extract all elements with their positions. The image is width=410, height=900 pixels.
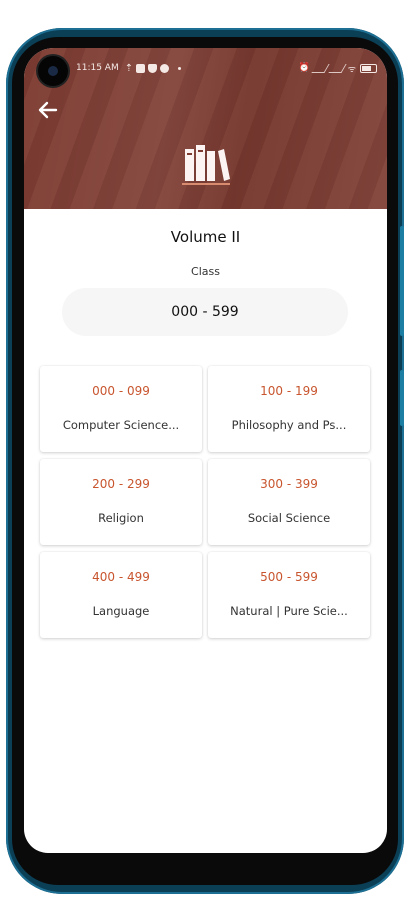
system-icons: ⏰ ᯤ xyxy=(299,62,377,75)
class-label: Class xyxy=(191,265,220,278)
category-name: Religion xyxy=(98,511,144,525)
category-card-500[interactable]: 500 - 599 Natural | Pure Scie... xyxy=(208,552,370,638)
front-camera xyxy=(38,56,68,86)
alarm-icon: ⏰ xyxy=(298,63,310,73)
category-name: Language xyxy=(92,604,150,618)
category-name: Computer Science... xyxy=(62,418,180,432)
category-grid: 000 - 099 Computer Science... 100 - 199 … xyxy=(40,366,370,638)
category-range: 000 - 099 xyxy=(92,384,150,398)
category-card-100[interactable]: 100 - 199 Philosophy and Ps... xyxy=(208,366,370,452)
category-card-400[interactable]: 400 - 499 Language xyxy=(40,552,202,638)
power-button xyxy=(400,370,404,426)
category-range: 300 - 399 xyxy=(260,477,318,491)
arrow-left-icon xyxy=(38,101,58,119)
volume-title: Volume II xyxy=(170,228,241,246)
youtube-icon xyxy=(136,63,146,73)
class-range-selector[interactable]: 000 - 599 xyxy=(62,288,348,336)
class-range-value: 000 - 599 xyxy=(171,304,239,320)
category-name: Social Science xyxy=(247,511,331,525)
category-name: Philosophy and Ps... xyxy=(231,418,347,432)
header-banner: 11:15 AM ⇡ ⏰ ᯤ xyxy=(24,48,387,209)
shield-icon xyxy=(148,63,158,73)
category-range: 400 - 499 xyxy=(92,570,150,584)
category-range: 200 - 299 xyxy=(92,477,150,491)
notification-icons: ⇡ xyxy=(124,62,182,74)
category-card-000[interactable]: 000 - 099 Computer Science... xyxy=(40,366,202,452)
back-button[interactable] xyxy=(36,98,60,122)
category-name: Natural | Pure Scie... xyxy=(230,604,348,618)
more-notifications-dot xyxy=(178,66,182,70)
books-icon xyxy=(182,145,230,185)
app-screen: 11:15 AM ⇡ ⏰ ᯤ Volume II Class 000 - 599… xyxy=(24,48,387,853)
category-range: 100 - 199 xyxy=(260,384,318,398)
battery-icon xyxy=(360,63,377,73)
signal-icon xyxy=(311,63,330,73)
category-range: 500 - 599 xyxy=(260,570,318,584)
status-time: 11:15 AM xyxy=(76,63,119,73)
app-notification-icon xyxy=(160,63,170,73)
wifi-icon: ᯤ xyxy=(347,64,356,75)
category-card-300[interactable]: 300 - 399 Social Science xyxy=(208,459,370,545)
category-card-200[interactable]: 200 - 299 Religion xyxy=(40,459,202,545)
volume-button xyxy=(400,226,404,336)
signal-icon-2 xyxy=(328,63,347,73)
upload-icon: ⇡ xyxy=(124,62,134,74)
status-bar: 11:15 AM ⇡ ⏰ ᯤ xyxy=(76,60,377,76)
